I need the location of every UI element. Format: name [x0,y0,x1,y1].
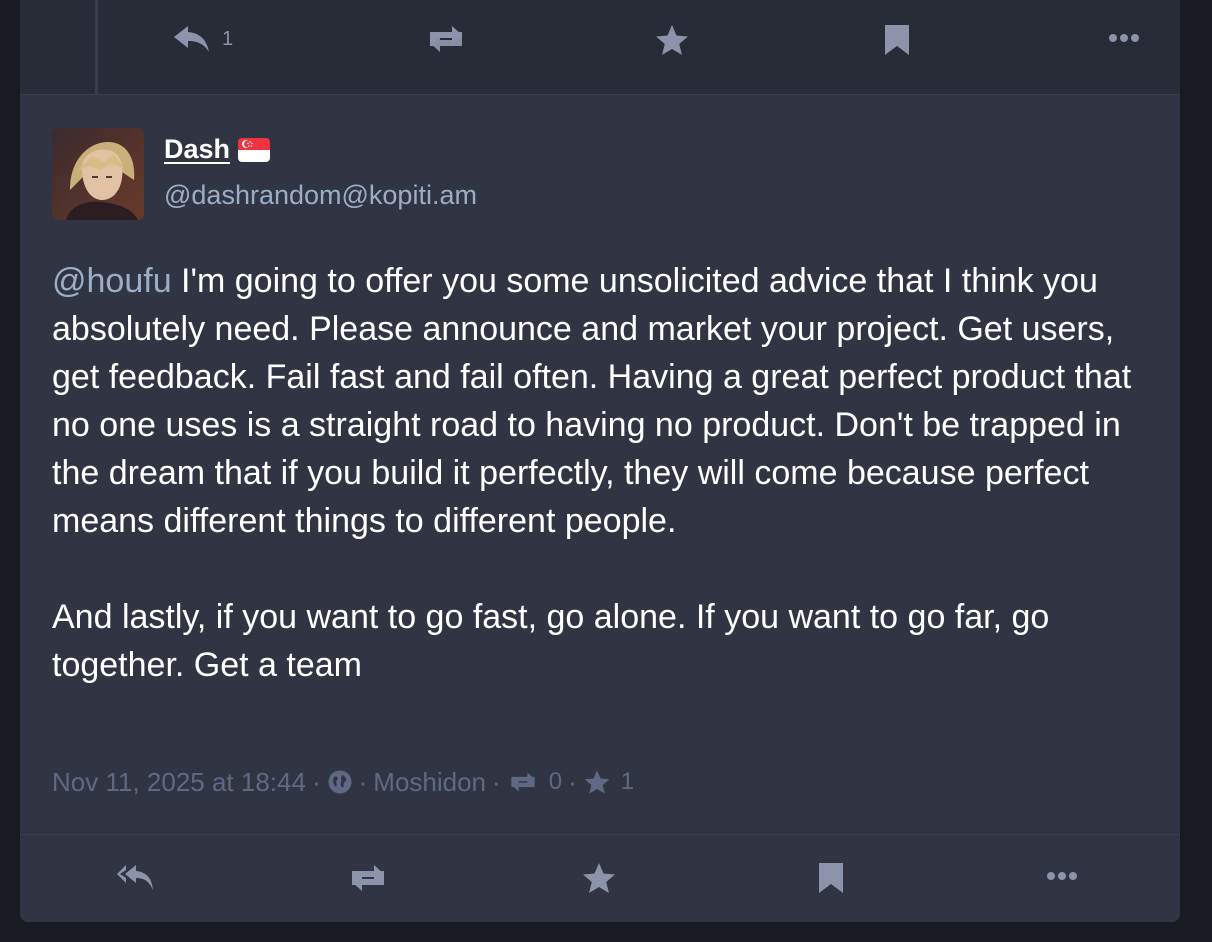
application-name[interactable]: Moshidon [373,767,486,798]
separator: · [492,766,501,797]
bookmark-icon [884,24,910,56]
status-meta: Nov 11, 2025 at 18:44 · · Moshidon · 0 ·… [52,764,634,800]
separator: · [358,766,368,797]
account-handle[interactable]: @dashrandom@kopiti.am [164,180,477,211]
parent-boost-button[interactable] [424,24,468,54]
separator: · [311,766,321,797]
reply-icon [172,24,212,54]
more-icon [1046,862,1078,892]
star-icon [581,862,617,894]
reply-all-icon [116,862,156,894]
parent-favourite-button[interactable] [654,24,690,56]
avatar[interactable] [52,128,144,220]
bookmark-button[interactable] [818,862,844,894]
more-button[interactable] [1046,862,1078,892]
parent-reply-count: 1 [222,27,234,50]
more-icon [1108,24,1140,54]
status-paragraph: And lastly, if you want to go fast, go a… [52,598,1050,684]
status-content: @houfu I'm going to offer you some unsol… [52,257,1152,689]
parent-bookmark-button[interactable] [884,24,910,56]
status-paragraph: @houfu I'm going to offer you some unsol… [52,257,1152,545]
boost-count: 0 [548,768,563,795]
favourite-button[interactable] [581,862,617,894]
reply-all-button[interactable] [116,862,156,894]
separator: · [568,766,577,797]
display-name[interactable]: Dash [164,134,230,165]
mention-link[interactable]: @houfu [52,262,172,300]
paragraph-text: I'm going to offer you some unsolicited … [52,262,1132,540]
boost-icon [346,862,390,894]
star-icon [654,24,690,56]
status-panel: 1 Dash @dashrandom@kopiti.am @houfu I'm … [20,0,1180,922]
boost-button[interactable] [346,862,390,894]
parent-status-action-bar: 1 [20,0,1180,95]
divider [20,834,1180,835]
parent-reply-button[interactable]: 1 [172,24,233,54]
boost-icon [424,24,468,54]
favourite-count: 1 [620,768,635,795]
bookmark-icon [818,862,844,894]
globe-icon [327,769,353,795]
thread-line [95,0,98,94]
boost-icon [507,770,539,794]
parent-more-button[interactable] [1108,24,1140,54]
star-icon [583,769,611,795]
singapore-flag-icon [238,137,271,162]
timestamp[interactable]: Nov 11, 2025 at 18:44 [52,767,306,798]
